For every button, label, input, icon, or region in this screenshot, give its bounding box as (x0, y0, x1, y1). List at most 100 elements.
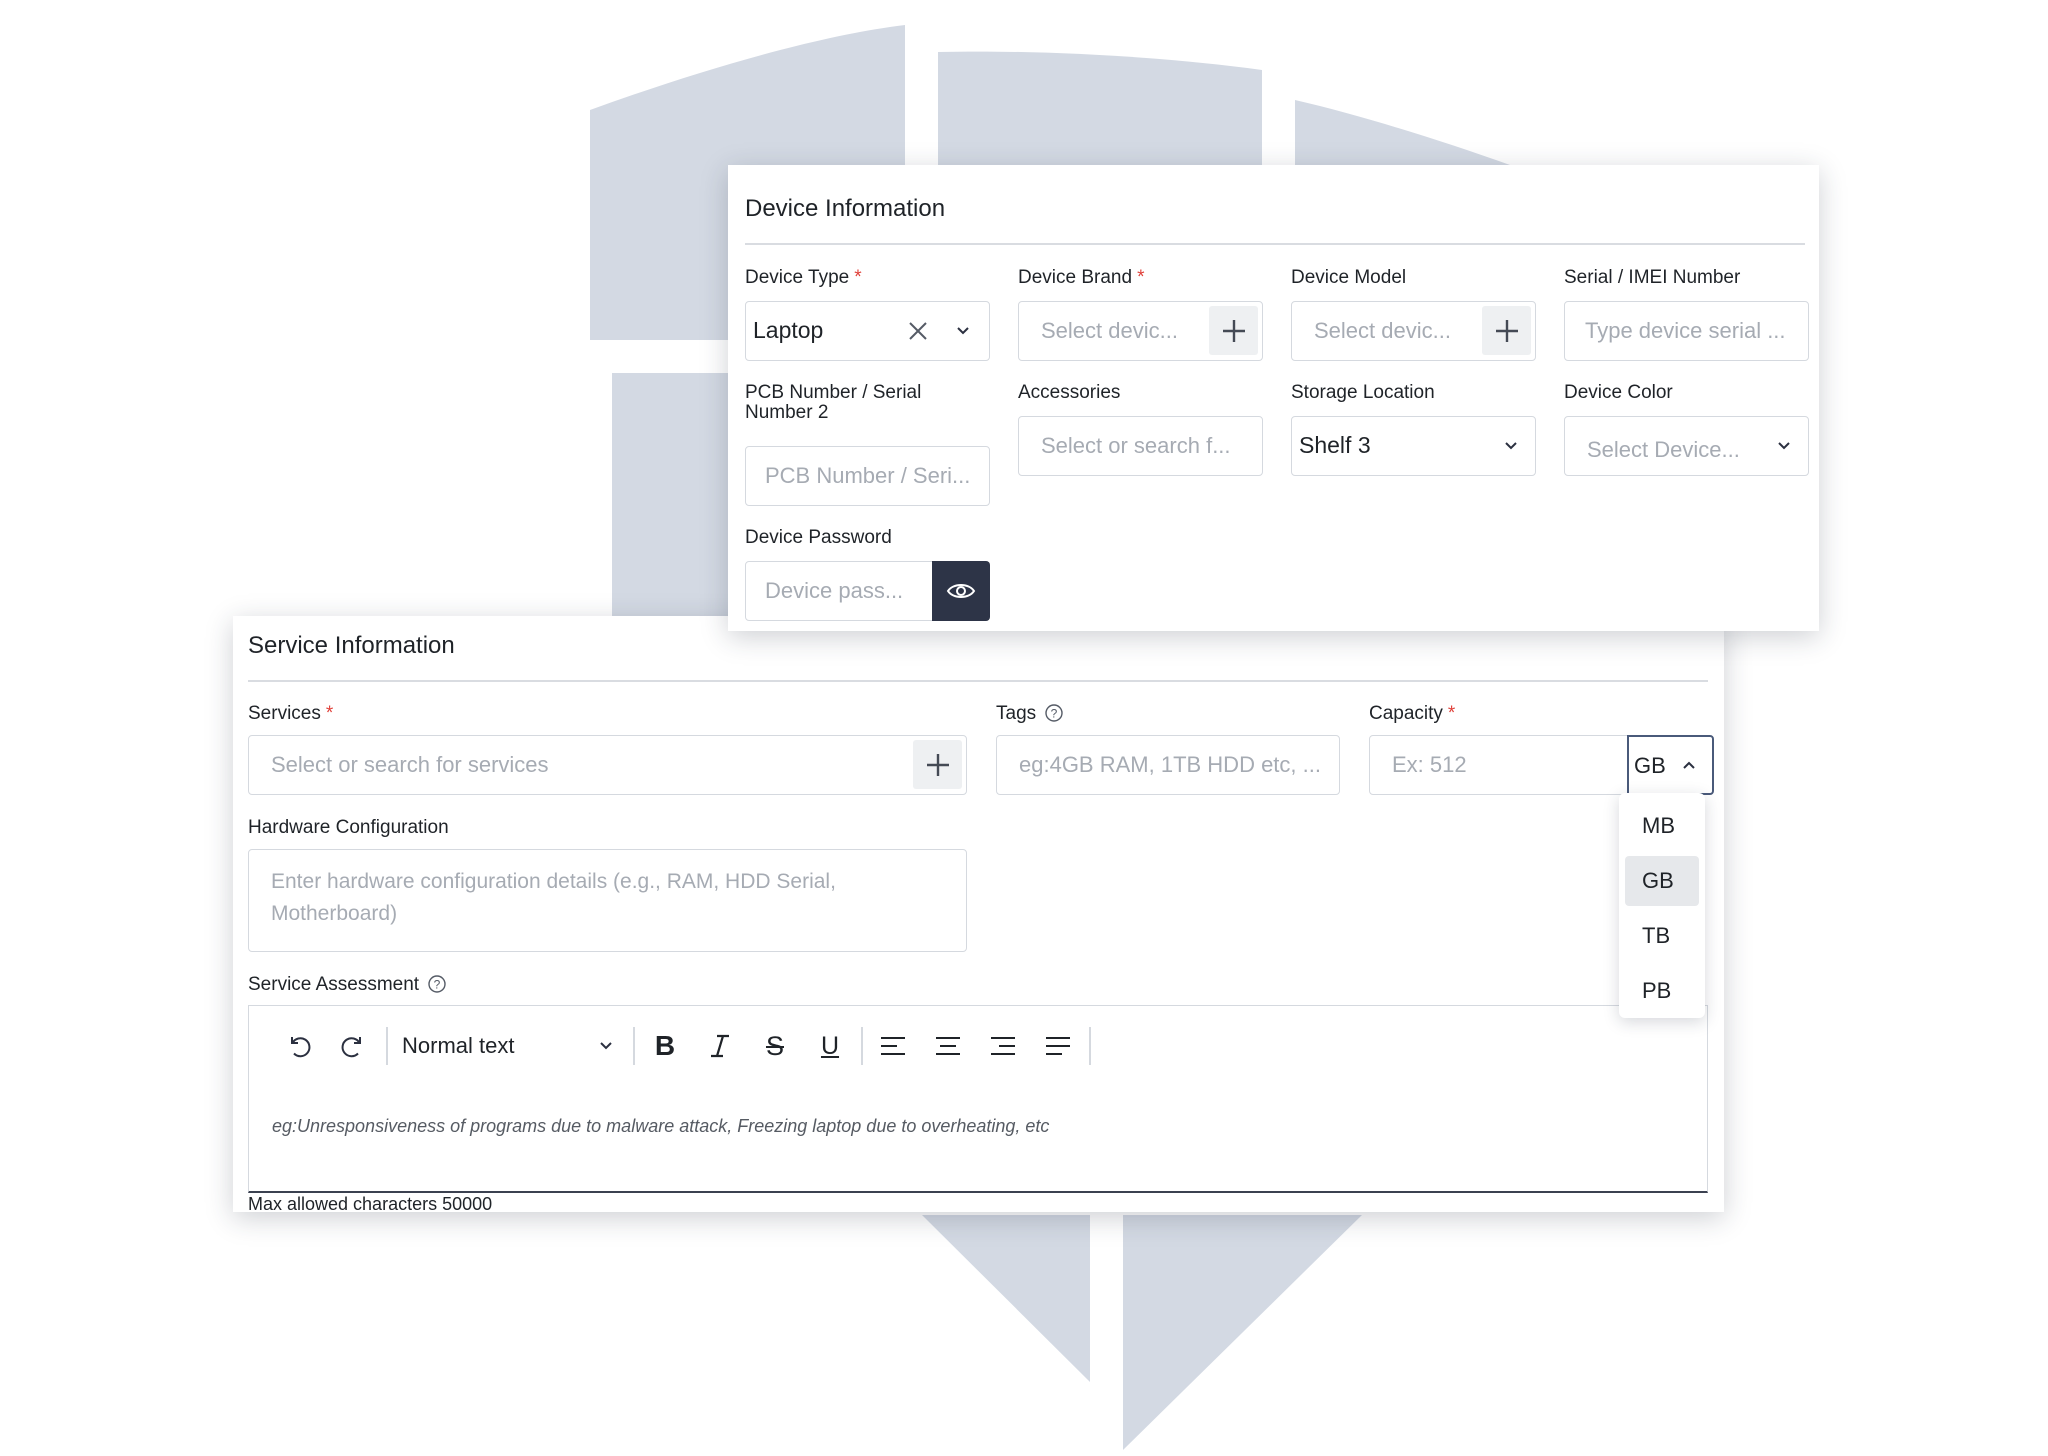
serial-imei-label: Serial / IMEI Number (1564, 267, 1741, 288)
align-right-button[interactable] (982, 1006, 1024, 1086)
tags-input[interactable]: eg:4GB RAM, 1TB HDD etc, ... (996, 735, 1340, 795)
capacity-unit-dropdown: MB GB TB PB (1619, 793, 1705, 1018)
device-type-value: Laptop (753, 317, 824, 343)
pcb-number-input[interactable]: PCB Number / Seri... (745, 446, 990, 506)
unit-option-tb[interactable]: TB (1625, 911, 1699, 961)
pcb-placeholder: PCB Number / Seri... (765, 463, 971, 488)
serial-imei-placeholder: Type device serial ... (1585, 318, 1786, 343)
tags-label: Tags ? (996, 700, 1064, 728)
device-password-label: Device Password (745, 527, 892, 548)
plus-icon (926, 753, 949, 776)
device-model-label: Device Model (1291, 267, 1407, 288)
serial-imei-input[interactable]: Type device serial ... (1564, 301, 1809, 361)
accessories-select[interactable]: Select or search f... (1018, 416, 1263, 476)
add-model-button[interactable] (1482, 306, 1531, 355)
italic-button[interactable] (699, 1006, 741, 1086)
unit-option-pb[interactable]: PB (1625, 966, 1699, 1016)
hardware-placeholder-line1: Enter hardware configuration details (e.… (271, 870, 836, 893)
device-color-select[interactable]: Select Device... (1564, 416, 1809, 476)
toggle-password-button[interactable] (932, 561, 990, 621)
service-assessment-editor[interactable]: Normal text B S U eg:Unresponsiveness of… (248, 1005, 1708, 1193)
chevron-down-icon (600, 1042, 612, 1050)
add-brand-button[interactable] (1209, 306, 1258, 355)
undo-icon (291, 1037, 311, 1058)
align-left-button[interactable] (872, 1006, 914, 1086)
redo-icon (341, 1037, 361, 1058)
strikethrough-button[interactable]: S (754, 1006, 796, 1086)
service-divider (248, 680, 1708, 682)
capacity-input[interactable]: Ex: 512 (1369, 735, 1629, 795)
storage-location-select[interactable]: Shelf 3 (1291, 416, 1536, 476)
service-information-title: Service Information (248, 632, 455, 659)
hardware-config-label: Hardware Configuration (248, 817, 449, 838)
service-information-panel: Service Information Services * Select or … (233, 616, 1724, 1214)
redo-button[interactable] (333, 1006, 373, 1086)
accessories-placeholder: Select or search f... (1041, 433, 1231, 458)
text-style-select[interactable]: Normal text (399, 1006, 629, 1086)
text-style-value: Normal text (402, 1033, 515, 1058)
storage-location-label: Storage Location (1291, 382, 1435, 403)
help-icon: ? (1045, 704, 1064, 722)
services-select[interactable]: Select or search for services (248, 735, 967, 795)
eye-icon (946, 584, 976, 598)
unit-option-mb[interactable]: MB (1625, 801, 1699, 851)
chevron-down-icon (1502, 437, 1520, 455)
plus-icon (1495, 319, 1518, 342)
plus-icon (1222, 319, 1245, 342)
max-characters-note: Max allowed characters 50000 (248, 1194, 493, 1214)
svg-text:?: ? (434, 978, 441, 992)
device-model-select[interactable]: Select devic... (1291, 301, 1536, 361)
chevron-up-icon (1679, 755, 1699, 775)
help-icon: ? (428, 975, 447, 993)
services-label: Services * (248, 703, 334, 724)
pcb-number-label: PCB Number / Serial Number 2 (745, 379, 921, 427)
align-center-icon (936, 1037, 960, 1055)
bold-icon: B (654, 1030, 676, 1061)
accessories-label: Accessories (1018, 382, 1121, 403)
chevron-down-icon (1775, 437, 1793, 455)
storage-location-value: Shelf 3 (1299, 432, 1371, 458)
justify-button[interactable] (1037, 1006, 1079, 1086)
service-assessment-label: Service Assessment ? (248, 971, 447, 999)
align-center-button[interactable] (927, 1006, 969, 1086)
svg-text:?: ? (1051, 707, 1058, 721)
device-password-input[interactable]: Device pass... (745, 561, 933, 621)
services-placeholder: Select or search for services (271, 752, 549, 777)
align-left-icon (881, 1037, 905, 1055)
toolbar-separator (633, 1027, 635, 1065)
capacity-unit-select[interactable]: GB (1627, 735, 1714, 795)
chevron-down-icon (954, 322, 972, 340)
toolbar-separator (1089, 1027, 1091, 1065)
strikethrough-icon: S (765, 1030, 784, 1061)
device-type-label: Device Type * (745, 267, 862, 288)
add-service-button[interactable] (913, 740, 962, 789)
device-information-panel: Device Information Device Type * Laptop D… (728, 165, 1819, 631)
hardware-placeholder-line2: Motherboard) (271, 902, 398, 925)
device-password-placeholder: Device pass... (765, 578, 904, 603)
unit-option-gb[interactable]: GB (1625, 856, 1699, 906)
justify-icon (1046, 1037, 1070, 1055)
underline-icon: U (820, 1031, 840, 1060)
tags-placeholder: eg:4GB RAM, 1TB HDD etc, ... (1019, 752, 1321, 777)
capacity-placeholder: Ex: 512 (1392, 752, 1467, 777)
toolbar-separator (861, 1027, 863, 1065)
device-type-select[interactable]: Laptop (745, 301, 990, 361)
toolbar-separator (386, 1027, 388, 1065)
capacity-unit-value: GB (1634, 753, 1666, 778)
hardware-config-textarea[interactable]: Enter hardware configuration details (e.… (248, 849, 967, 952)
device-color-label: Device Color (1564, 382, 1673, 403)
device-model-placeholder: Select devic... (1314, 318, 1451, 343)
device-divider (745, 243, 1805, 245)
device-information-title: Device Information (745, 195, 946, 222)
italic-icon (711, 1034, 729, 1058)
clear-icon[interactable] (907, 320, 929, 342)
assessment-placeholder: eg:Unresponsiveness of programs due to m… (272, 1116, 1050, 1136)
underline-button[interactable]: U (809, 1006, 851, 1086)
undo-button[interactable] (279, 1006, 319, 1086)
device-brand-label: Device Brand * (1018, 267, 1145, 288)
bold-button[interactable]: B (644, 1006, 686, 1086)
device-brand-select[interactable]: Select devic... (1018, 301, 1263, 361)
capacity-label: Capacity * (1369, 703, 1456, 724)
device-color-placeholder: Select Device... (1587, 437, 1740, 462)
align-right-icon (991, 1037, 1015, 1055)
